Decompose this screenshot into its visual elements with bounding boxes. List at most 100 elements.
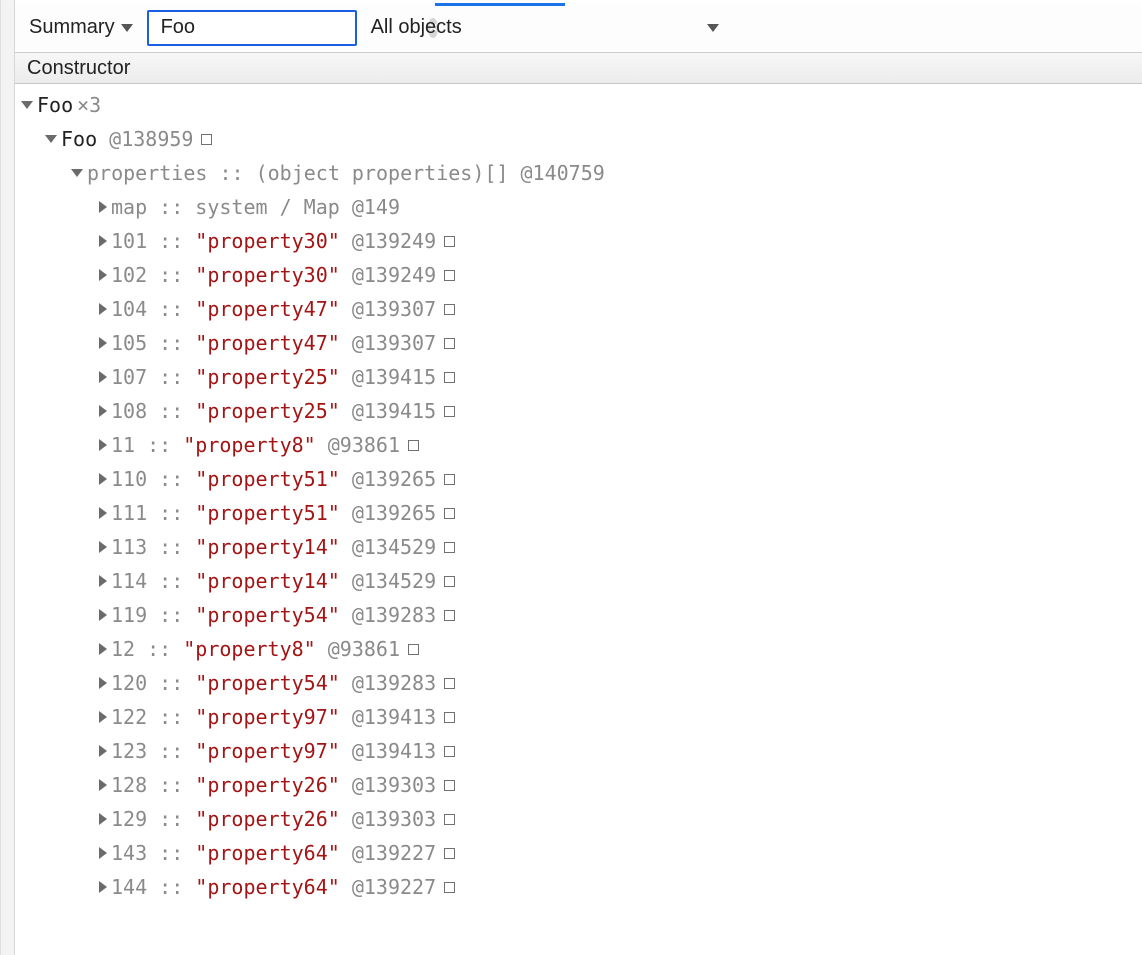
disclosure-triangle-icon[interactable] xyxy=(99,881,107,893)
disclosure-triangle-icon[interactable] xyxy=(99,235,107,247)
map-row[interactable]: map :: system / Map @149 xyxy=(15,190,1142,224)
prop-index: 101 xyxy=(111,224,147,258)
instance-name: Foo xyxy=(61,122,97,156)
prop-value: "property8" xyxy=(183,632,315,666)
element-link-icon[interactable] xyxy=(444,406,455,417)
element-link-icon[interactable] xyxy=(444,814,455,825)
element-link-icon[interactable] xyxy=(444,576,455,587)
properties-row[interactable]: properties :: (object properties)[] @140… xyxy=(15,156,1142,190)
element-link-icon[interactable] xyxy=(444,746,455,757)
property-row[interactable]: 144 :: "property64" @139227 xyxy=(15,870,1142,904)
property-row[interactable]: 128 :: "property26" @139303 xyxy=(15,768,1142,802)
element-link-icon[interactable] xyxy=(444,678,455,689)
disclosure-triangle-icon[interactable] xyxy=(99,847,107,859)
prop-index: 122 xyxy=(111,700,147,734)
prop-value: "property25" xyxy=(195,360,340,394)
prop-value: "property64" xyxy=(195,836,340,870)
object-ref: @93861 xyxy=(328,632,400,666)
column-header[interactable]: Constructor xyxy=(15,52,1142,84)
property-row[interactable]: 102 :: "property30" @139249 xyxy=(15,258,1142,292)
prop-index: 143 xyxy=(111,836,147,870)
object-instance-row[interactable]: Foo @138959 xyxy=(15,122,1142,156)
prop-index: 102 xyxy=(111,258,147,292)
disclosure-triangle-icon[interactable] xyxy=(99,813,107,825)
object-ref: @139249 xyxy=(352,258,436,292)
property-row[interactable]: 12 :: "property8" @93861 xyxy=(15,632,1142,666)
object-ref: @139303 xyxy=(352,768,436,802)
property-row[interactable]: 129 :: "property26" @139303 xyxy=(15,802,1142,836)
element-link-icon[interactable] xyxy=(444,338,455,349)
property-row[interactable]: 111 :: "property51" @139265 xyxy=(15,496,1142,530)
object-scope-dropdown[interactable]: All objects xyxy=(365,12,725,43)
disclosure-triangle-icon[interactable] xyxy=(99,575,107,587)
object-ref: @139307 xyxy=(352,326,436,360)
prop-value: "property54" xyxy=(195,666,340,700)
disclosure-triangle-icon[interactable] xyxy=(99,745,107,757)
disclosure-triangle-icon[interactable] xyxy=(99,643,107,655)
object-ref: @139265 xyxy=(352,462,436,496)
prop-value: "property97" xyxy=(195,700,340,734)
disclosure-triangle-icon[interactable] xyxy=(99,507,107,519)
constructor-name: Foo xyxy=(37,88,73,122)
prop-value: "property14" xyxy=(195,530,340,564)
prop-value: "property8" xyxy=(183,428,315,462)
disclosure-triangle-icon[interactable] xyxy=(21,101,33,109)
element-link-icon[interactable] xyxy=(201,134,212,145)
view-mode-dropdown[interactable]: Summary xyxy=(23,12,139,43)
disclosure-triangle-icon[interactable] xyxy=(99,677,107,689)
property-row[interactable]: 108 :: "property25" @139415 xyxy=(15,394,1142,428)
property-row[interactable]: 11 :: "property8" @93861 xyxy=(15,428,1142,462)
element-link-icon[interactable] xyxy=(444,372,455,383)
element-link-icon[interactable] xyxy=(444,882,455,893)
disclosure-triangle-icon[interactable] xyxy=(71,169,83,177)
element-link-icon[interactable] xyxy=(444,270,455,281)
element-link-icon[interactable] xyxy=(444,508,455,519)
prop-index: 129 xyxy=(111,802,147,836)
property-row[interactable]: 110 :: "property51" @139265 xyxy=(15,462,1142,496)
element-link-icon[interactable] xyxy=(444,474,455,485)
disclosure-triangle-icon[interactable] xyxy=(99,609,107,621)
property-row[interactable]: 107 :: "property25" @139415 xyxy=(15,360,1142,394)
property-row[interactable]: 113 :: "property14" @134529 xyxy=(15,530,1142,564)
element-link-icon[interactable] xyxy=(444,610,455,621)
constructor-group-row[interactable]: Foo ×3 xyxy=(15,88,1142,122)
property-row[interactable]: 123 :: "property97" @139413 xyxy=(15,734,1142,768)
disclosure-triangle-icon[interactable] xyxy=(99,337,107,349)
disclosure-triangle-icon[interactable] xyxy=(99,303,107,315)
disclosure-triangle-icon[interactable] xyxy=(99,711,107,723)
disclosure-triangle-icon[interactable] xyxy=(99,201,107,213)
property-row[interactable]: 101 :: "property30" @139249 xyxy=(15,224,1142,258)
disclosure-triangle-icon[interactable] xyxy=(45,135,57,143)
property-row[interactable]: 105 :: "property47" @139307 xyxy=(15,326,1142,360)
property-row[interactable]: 119 :: "property54" @139283 xyxy=(15,598,1142,632)
object-ref: @139283 xyxy=(352,666,436,700)
element-link-icon[interactable] xyxy=(408,440,419,451)
element-link-icon[interactable] xyxy=(444,848,455,859)
prop-value: "property51" xyxy=(195,462,340,496)
element-link-icon[interactable] xyxy=(444,542,455,553)
property-row[interactable]: 114 :: "property14" @134529 xyxy=(15,564,1142,598)
disclosure-triangle-icon[interactable] xyxy=(99,371,107,383)
property-row[interactable]: 104 :: "property47" @139307 xyxy=(15,292,1142,326)
property-row[interactable]: 122 :: "property97" @139413 xyxy=(15,700,1142,734)
prop-index: 12 xyxy=(111,632,135,666)
object-ref: @139265 xyxy=(352,496,436,530)
chevron-down-icon xyxy=(121,24,133,32)
disclosure-triangle-icon[interactable] xyxy=(99,473,107,485)
disclosure-triangle-icon[interactable] xyxy=(99,439,107,451)
property-entries: 101 :: "property30" @139249102 :: "prope… xyxy=(15,224,1142,904)
element-link-icon[interactable] xyxy=(444,712,455,723)
element-link-icon[interactable] xyxy=(444,236,455,247)
properties-label: properties xyxy=(87,156,207,190)
property-row[interactable]: 120 :: "property54" @139283 xyxy=(15,666,1142,700)
class-filter-field[interactable]: ✕ xyxy=(147,10,357,46)
disclosure-triangle-icon[interactable] xyxy=(99,779,107,791)
property-row[interactable]: 143 :: "property64" @139227 xyxy=(15,836,1142,870)
element-link-icon[interactable] xyxy=(444,780,455,791)
disclosure-triangle-icon[interactable] xyxy=(99,405,107,417)
element-link-icon[interactable] xyxy=(408,644,419,655)
element-link-icon[interactable] xyxy=(444,304,455,315)
object-ref: @139415 xyxy=(352,394,436,428)
disclosure-triangle-icon[interactable] xyxy=(99,541,107,553)
disclosure-triangle-icon[interactable] xyxy=(99,269,107,281)
